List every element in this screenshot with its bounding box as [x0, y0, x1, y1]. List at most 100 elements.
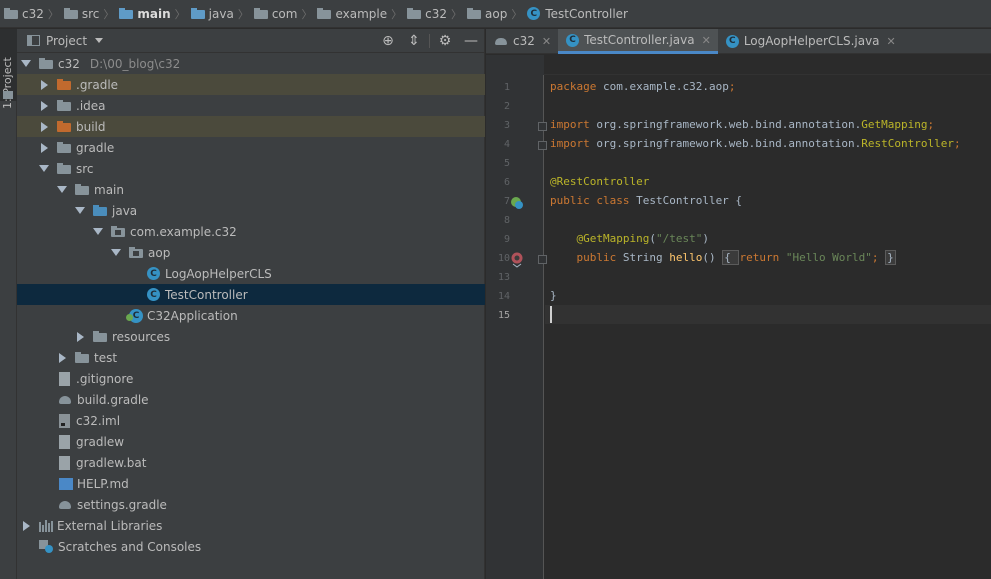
editor-tab[interactable]: C TestController.java ✕ — [558, 29, 718, 54]
code-token: "/test" — [655, 232, 703, 245]
code-line[interactable]: import org.springframework.web.bind.anno… — [550, 118, 934, 131]
class-icon: C — [527, 7, 541, 20]
tree-item[interactable]: build — [17, 116, 485, 137]
collapse-all-icon[interactable]: ⇕ — [401, 29, 427, 53]
breadcrumb-item[interactable]: c32 〉 — [407, 0, 467, 28]
tree-item[interactable]: .idea — [17, 95, 485, 116]
code-token: () — [702, 251, 723, 264]
code-editor[interactable]: 1 2 3 4 5 6 7 8 9 10 13 14 15 package com.example.c3… — [486, 55, 991, 579]
chevron-right-icon[interactable] — [41, 79, 48, 90]
breadcrumb-label: example — [335, 6, 388, 21]
spring-bean-icon[interactable] — [510, 196, 524, 210]
code-line[interactable]: @GetMapping("/test") — [550, 232, 709, 245]
folder-icon — [253, 8, 268, 19]
chevron-down-icon[interactable] — [39, 165, 49, 172]
line-number: 1 — [503, 82, 510, 93]
tree-item[interactable]: aop — [17, 242, 485, 263]
tree-item[interactable]: main — [17, 179, 485, 200]
chevron-down-icon[interactable] — [75, 207, 85, 214]
project-view-icon — [27, 35, 40, 46]
tree-item[interactable]: resources — [17, 326, 485, 347]
tree-item-label: main — [94, 182, 124, 197]
gear-icon[interactable]: ⚙ — [432, 29, 458, 53]
tree-item[interactable]: .gradle — [17, 74, 485, 95]
chevron-right-icon: 〉 — [237, 7, 249, 21]
code-line[interactable]: public class TestController { — [550, 194, 742, 207]
breadcrumb-label: c32 — [22, 6, 44, 21]
breadcrumb-item[interactable]: java 〉 — [190, 0, 254, 28]
tree-item[interactable]: Scratches and Consoles — [17, 536, 485, 557]
code-line[interactable]: @RestController — [550, 175, 649, 188]
chevron-down-icon[interactable] — [21, 60, 31, 67]
project-panel-header: Project ⊕ ⇕ ⚙ — — [17, 29, 484, 53]
tree-item[interactable]: .gitignore — [17, 368, 485, 389]
fold-plus-icon[interactable] — [538, 255, 547, 264]
chevron-right-icon[interactable] — [77, 331, 84, 342]
editor-tab[interactable]: c32 ✕ — [486, 29, 558, 53]
fold-minus-icon[interactable] — [538, 141, 547, 150]
chevron-right-icon[interactable] — [59, 352, 66, 363]
code-line[interactable]: package com.example.c32.aop; — [550, 80, 735, 93]
code-line[interactable]: import org.springframework.web.bind.anno… — [550, 137, 961, 150]
breadcrumb-item[interactable]: c32 〉 — [4, 0, 64, 28]
tree-item[interactable]: src — [17, 158, 485, 179]
tree-item[interactable]: build.gradle — [17, 389, 485, 410]
tree-item[interactable]: C TestController — [17, 284, 485, 305]
folder-icon — [75, 184, 89, 195]
fold-minus-icon[interactable] — [538, 122, 547, 131]
tree-item[interactable]: java — [17, 200, 485, 221]
tree-item[interactable]: gradle — [17, 137, 485, 158]
project-view-selector[interactable]: Project — [46, 34, 87, 48]
tree-item[interactable]: gradlew.bat — [17, 452, 485, 473]
scratches-icon — [39, 540, 53, 553]
tree-item-label: src — [76, 161, 94, 176]
tree-item[interactable]: C LogAopHelperCLS — [17, 263, 485, 284]
code-token: @GetMapping — [576, 232, 650, 245]
library-icon — [39, 519, 53, 532]
tree-item-label: com.example.c32 — [130, 224, 237, 239]
class-icon: C — [147, 267, 160, 280]
breadcrumb-item[interactable]: src 〉 — [63, 0, 120, 28]
editor-tabs: c32 ✕ C TestController.java ✕ C LogAopHelperCL… — [486, 29, 991, 54]
close-icon[interactable]: ✕ — [542, 35, 551, 48]
chevron-down-icon[interactable] — [93, 228, 103, 235]
close-icon[interactable]: ✕ — [887, 35, 896, 48]
tree-item[interactable]: settings.gradle — [17, 494, 485, 515]
chevron-down-icon[interactable] — [95, 38, 104, 43]
code-line[interactable]: } — [550, 289, 557, 302]
folder-icon — [57, 163, 71, 174]
tree-item[interactable]: C C32Application — [17, 305, 485, 326]
tree-item-label: LogAopHelperCLS — [165, 266, 272, 281]
request-mapping-icon[interactable] — [510, 252, 524, 268]
tree-item[interactable]: com.example.c32 — [17, 221, 485, 242]
line-number: 9 — [503, 234, 510, 245]
gradle-elephant-icon — [494, 36, 508, 46]
chevron-right-icon[interactable] — [41, 121, 48, 132]
tree-item[interactable]: gradlew — [17, 431, 485, 452]
editor-tab[interactable]: C LogAopHelperCLS.java ✕ — [718, 29, 903, 53]
breadcrumb-item[interactable]: com 〉 — [253, 0, 318, 28]
tree-item[interactable]: External Libraries — [17, 515, 485, 536]
editor-tab-label: TestController.java — [584, 33, 695, 47]
code-line[interactable]: public String hello() { return "Hello Wo… — [550, 250, 896, 265]
tree-item[interactable]: c32 D:\00_blog\c32 — [17, 53, 485, 74]
close-icon[interactable]: ✕ — [702, 34, 711, 47]
chevron-down-icon[interactable] — [111, 249, 121, 256]
minimize-icon[interactable]: — — [458, 29, 484, 53]
tree-item[interactable]: HELP.md — [17, 473, 485, 494]
chevron-right-icon[interactable] — [41, 142, 48, 153]
project-tool-tab[interactable]: 1: Project — [0, 29, 17, 109]
chevron-right-icon[interactable] — [41, 100, 48, 111]
chevron-right-icon[interactable] — [23, 520, 30, 531]
tree-item[interactable]: c32.iml — [17, 410, 485, 431]
line-number: 7 — [503, 196, 510, 207]
locate-icon[interactable]: ⊕ — [375, 29, 401, 53]
breadcrumb-item[interactable]: C TestController — [527, 0, 628, 28]
tree-item[interactable]: test — [17, 347, 485, 368]
breadcrumb-item[interactable]: aop 〉 — [467, 0, 527, 28]
breadcrumb-item[interactable]: main 〉 — [119, 0, 190, 28]
excluded-folder-icon — [57, 79, 71, 90]
chevron-down-icon[interactable] — [57, 186, 67, 193]
breadcrumb-item[interactable]: example 〉 — [317, 0, 407, 28]
project-panel: Project ⊕ ⇕ ⚙ — c32 D:\00_blog\c32 .gradle… — [17, 29, 485, 579]
